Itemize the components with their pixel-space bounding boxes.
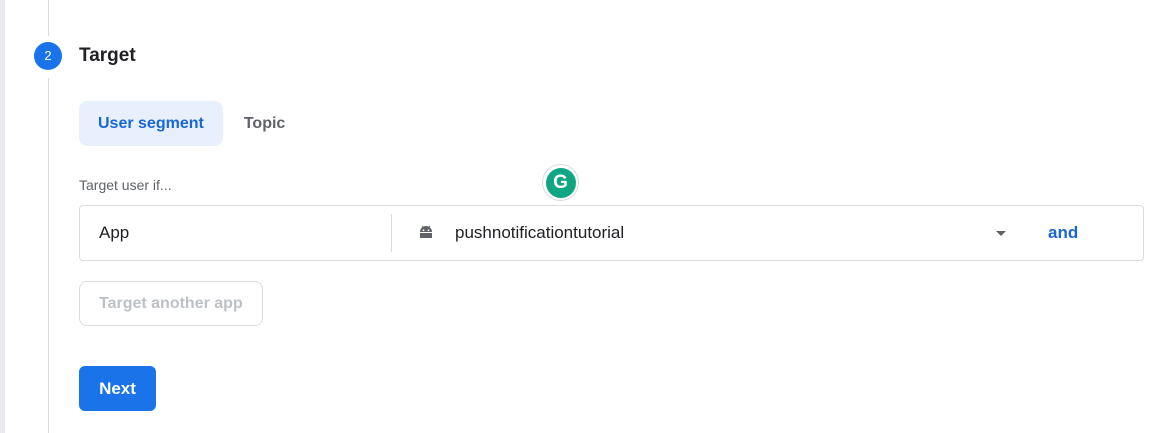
app-select-value[interactable]: pushnotificationtutorial bbox=[455, 206, 624, 260]
next-button[interactable]: Next bbox=[79, 366, 156, 411]
grammarly-icon[interactable]: G bbox=[542, 164, 579, 201]
grammarly-letter: G bbox=[545, 167, 576, 198]
target-another-app-button[interactable]: Target another app bbox=[79, 281, 263, 326]
target-step-page: 2 Target User segment Topic Target user … bbox=[0, 0, 1157, 433]
and-condition-button[interactable]: and bbox=[1048, 206, 1078, 260]
android-icon bbox=[420, 225, 432, 238]
stepper-line bbox=[48, 0, 49, 36]
tab-topic[interactable]: Topic bbox=[225, 101, 304, 146]
condition-divider bbox=[391, 214, 392, 252]
step-number-badge: 2 bbox=[34, 42, 62, 70]
targeting-condition-row: App pushnotificationtutorial and bbox=[79, 205, 1144, 261]
stepper-line bbox=[48, 78, 49, 433]
chevron-down-icon[interactable] bbox=[996, 231, 1006, 236]
left-border bbox=[0, 0, 5, 433]
condition-field-label: App bbox=[99, 223, 130, 242]
step-title: Target bbox=[79, 45, 136, 66]
target-type-tabs: User segment Topic bbox=[79, 101, 304, 146]
tab-user-segment[interactable]: User segment bbox=[79, 101, 223, 146]
target-user-if-label: Target user if... bbox=[79, 177, 172, 193]
